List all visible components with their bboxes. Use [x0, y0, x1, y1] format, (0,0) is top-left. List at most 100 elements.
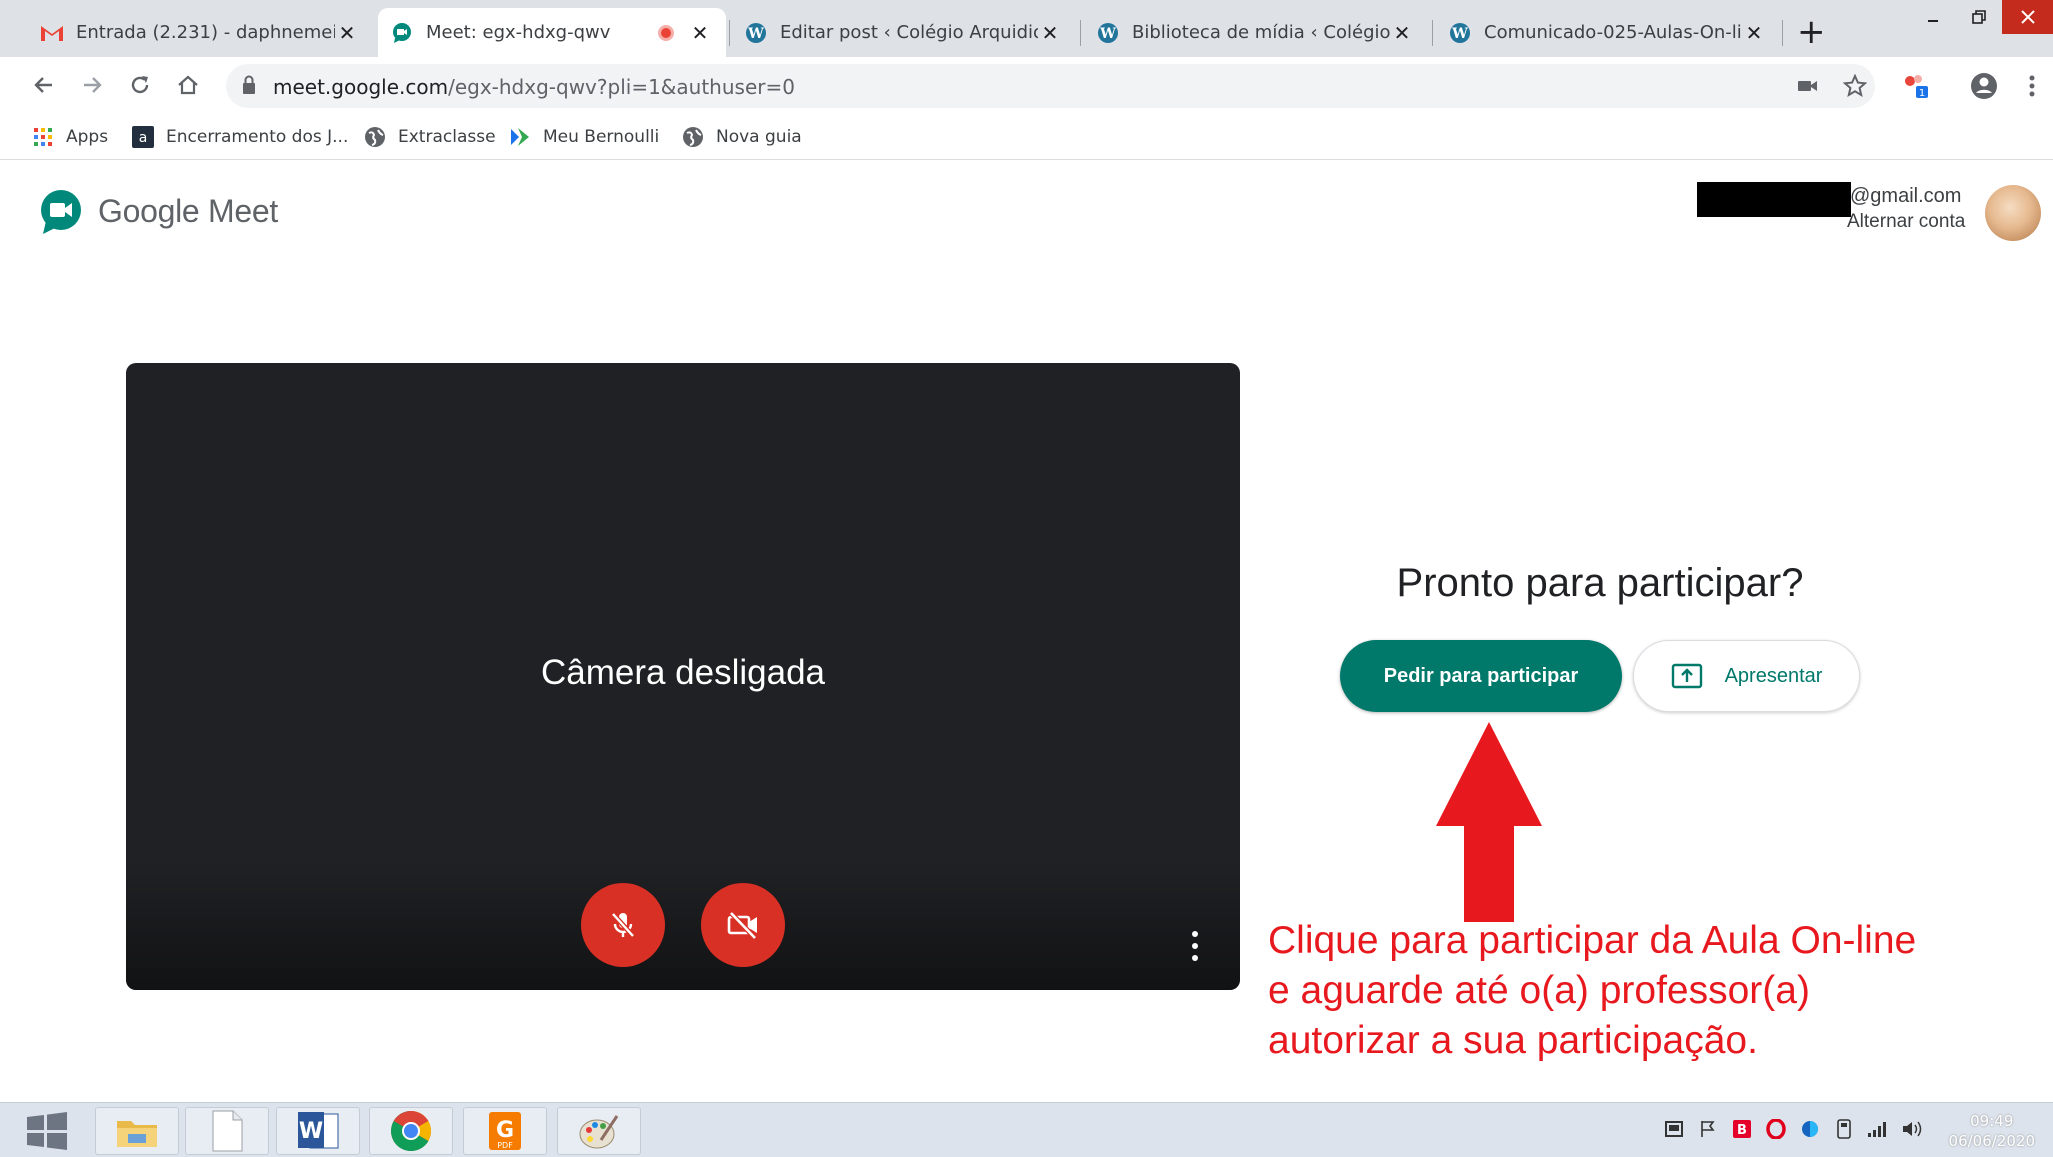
flag-icon[interactable]	[1697, 1118, 1719, 1140]
minimize-icon[interactable]	[1910, 0, 1956, 34]
annotation-line-1: Clique para participar da Aula On-line	[1268, 919, 1917, 962]
start-button[interactable]	[12, 1107, 82, 1155]
close-icon[interactable]: ✕	[1742, 21, 1766, 45]
bookmark-star-icon[interactable]	[1839, 70, 1871, 102]
globe-icon	[364, 126, 386, 148]
word-icon[interactable]: W	[276, 1107, 360, 1155]
svg-text:G: G	[496, 1118, 514, 1143]
annotation-line-2: e aguarde até o(a) professor(a)	[1268, 969, 1810, 1012]
ready-title: Pronto para participar?	[1396, 561, 1804, 605]
microphone-toggle-button[interactable]	[581, 883, 665, 967]
redacted-account-name	[1697, 182, 1851, 217]
close-icon[interactable]: ✕	[1390, 21, 1414, 45]
reload-icon[interactable]	[122, 67, 158, 103]
tab-separator	[1782, 20, 1783, 46]
url-path: /egx-hdxg-qwv?pli=1&authuser=0	[448, 75, 795, 99]
tab-title: Comunicado-025-Aulas-On-line	[1484, 22, 1742, 43]
windows-logo-icon	[27, 1112, 67, 1150]
chrome-icon[interactable]	[369, 1107, 453, 1155]
windows-taskbar: W G PDF B 09:49 06/06/2020	[0, 1102, 2053, 1157]
tab-separator	[1432, 20, 1433, 46]
ask-to-join-button[interactable]: Pedir para participar	[1340, 640, 1622, 712]
bookmark-label: Encerramento dos J...	[166, 127, 349, 147]
close-icon[interactable]: ✕	[335, 21, 359, 45]
tab-title: Biblioteca de mídia ‹ Colégio Ar	[1132, 22, 1390, 43]
tab-editar-post[interactable]: W Editar post ‹ Colégio Arquidioce ✕	[732, 8, 1076, 57]
camera-status: Câmera desligada	[540, 653, 826, 692]
meet-icon	[390, 21, 414, 45]
app-tray-icon[interactable]	[1799, 1118, 1821, 1140]
bookmarks-bar: Apps a Encerramento dos J... Extraclasse…	[0, 114, 2053, 160]
browser-toolbar: meet.google.com/egx-hdxg-qwv?pli=1&authu…	[0, 57, 2053, 114]
extension-icon[interactable]: 1	[1900, 70, 1932, 102]
preview-shade	[126, 860, 1240, 990]
restore-icon[interactable]	[1956, 0, 2002, 34]
brand-title: Google Meet	[98, 193, 278, 229]
bookmark-encerramento[interactable]: a Encerramento dos J...	[132, 122, 348, 152]
bitdefender-icon[interactable]: B	[1731, 1118, 1753, 1140]
wordpress-icon: W	[1096, 21, 1120, 45]
system-tray: B	[1663, 1118, 1923, 1140]
tab-gmail[interactable]: Entrada (2.231) - daphnemeirele ✕	[28, 8, 373, 57]
usb-device-icon[interactable]	[1833, 1118, 1855, 1140]
opera-icon[interactable]	[1765, 1118, 1787, 1140]
bookmark-label: Apps	[66, 127, 109, 147]
back-icon[interactable]	[26, 67, 62, 103]
paint-icon[interactable]	[557, 1107, 641, 1155]
svg-text:PDF: PDF	[497, 1141, 513, 1150]
volume-icon[interactable]	[1901, 1118, 1923, 1140]
tab-biblioteca[interactable]: W Biblioteca de mídia ‹ Colégio Ar ✕	[1084, 8, 1428, 57]
bookmark-label: Extraclasse	[398, 127, 496, 147]
bookmark-apps[interactable]: Apps	[32, 122, 108, 152]
document-icon[interactable]	[185, 1107, 269, 1155]
lock-icon	[243, 75, 255, 94]
tab-title: Entrada (2.231) - daphnemeirele	[76, 22, 335, 43]
bookmark-extraclasse[interactable]: Extraclasse	[364, 122, 496, 152]
red-arrow-annotation	[1436, 722, 1542, 922]
bookmark-nova-guia[interactable]: Nova guia	[682, 122, 802, 152]
profile-icon[interactable]	[1968, 70, 2000, 102]
meet-page: Google Meet @gmail.com Alternar conta Câ…	[0, 161, 2053, 1102]
amazon-icon: a	[132, 126, 154, 148]
camera-toggle-button[interactable]	[701, 883, 785, 967]
recording-indicator-icon	[658, 24, 674, 41]
url-text: meet.google.com/egx-hdxg-qwv?pli=1&authu…	[273, 75, 795, 99]
address-bar[interactable]: meet.google.com/egx-hdxg-qwv?pli=1&authu…	[226, 64, 1875, 108]
pdf-creator-icon[interactable]: G PDF	[463, 1107, 547, 1155]
instruction-annotation: Clique para participar da Aula On-line e…	[1268, 916, 1916, 1066]
globe-icon	[682, 126, 704, 148]
bookmark-meu-bernoulli[interactable]: Meu Bernoulli	[509, 122, 659, 152]
forward-icon[interactable]	[74, 67, 110, 103]
network-signal-icon[interactable]	[1867, 1118, 1889, 1140]
bookmark-label: Meu Bernoulli	[543, 127, 660, 147]
action-center-icon[interactable]	[1663, 1118, 1685, 1140]
close-icon[interactable]: ✕	[1038, 21, 1062, 45]
avatar[interactable]	[1985, 185, 2041, 241]
microphone-off-icon	[611, 912, 635, 938]
tab-title: Meet: egx-hdxg-qwv	[426, 22, 611, 43]
svg-text:a: a	[139, 130, 148, 146]
home-icon[interactable]	[170, 67, 206, 103]
camera-blocked-icon[interactable]	[1792, 70, 1824, 102]
svg-text:W: W	[1451, 26, 1468, 42]
close-icon[interactable]: ✕	[688, 21, 712, 45]
window-close-icon[interactable]	[2002, 0, 2053, 34]
present-button[interactable]: Apresentar	[1633, 640, 1860, 712]
switch-account-link[interactable]: Alternar conta	[1847, 211, 1965, 233]
more-options-icon[interactable]	[1188, 931, 1202, 961]
tab-comunicado[interactable]: W Comunicado-025-Aulas-On-line ✕	[1436, 8, 1780, 57]
file-explorer-icon[interactable]	[95, 1107, 179, 1155]
bernoulli-icon	[509, 126, 531, 148]
google-meet-logo-icon	[41, 190, 81, 234]
svg-text:W: W	[747, 26, 764, 42]
taskbar-clock[interactable]: 09:49 06/06/2020	[1949, 1111, 2035, 1151]
gmail-icon	[40, 21, 64, 45]
menu-kebab-icon[interactable]	[2016, 70, 2048, 102]
clock-date: 06/06/2020	[1948, 1132, 2035, 1150]
svg-text:1: 1	[1919, 88, 1925, 99]
tab-meet[interactable]: Meet: egx-hdxg-qwv ✕	[378, 8, 726, 57]
tab-strip: Entrada (2.231) - daphnemeirele ✕ Meet: …	[0, 0, 2053, 57]
new-tab-button[interactable]: +	[1797, 12, 1826, 52]
camera-off-icon	[727, 911, 757, 940]
url-host: meet.google.com	[273, 75, 449, 99]
